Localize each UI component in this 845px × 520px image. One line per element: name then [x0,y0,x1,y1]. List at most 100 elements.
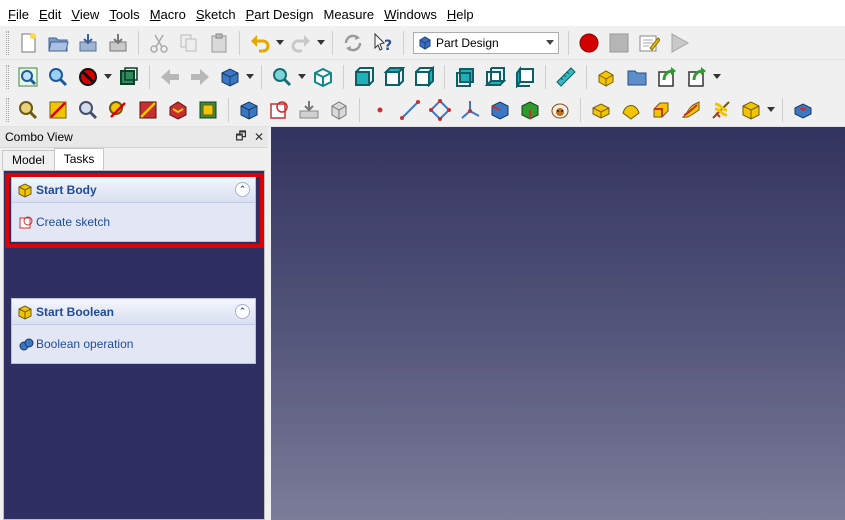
additive-helix-button[interactable] [708,97,734,123]
create-body-button[interactable] [15,97,41,123]
datum-body-button[interactable] [236,97,262,123]
redo-dropdown[interactable] [316,30,325,56]
validate-sketch-button[interactable] [195,97,221,123]
zoom-button[interactable] [269,64,295,90]
macros-button[interactable] [636,30,662,56]
clone-icon [139,101,157,118]
fit-all-button[interactable] [15,64,41,90]
svg-text:?: ? [384,38,392,54]
view-bottom-button[interactable] [482,64,508,90]
view-right-button[interactable] [411,64,437,90]
fit-selection-button[interactable] [45,64,71,90]
record-macro-button[interactable] [576,30,602,56]
toolbar-grip[interactable] [6,64,9,89]
view-isometric-button[interactable] [310,64,336,90]
pocket-button[interactable] [790,97,816,123]
new-sketch-button[interactable] [266,97,292,123]
redo-button[interactable] [288,30,314,56]
additive-primitive-button[interactable] [738,97,764,123]
menu-part-design[interactable]: Part Design [241,0,319,28]
task-body-start-boolean: Boolean operation [12,325,255,363]
copy-button[interactable] [176,30,202,56]
float-panel-button[interactable]: 🗗 [232,127,250,148]
create-subshapebinder-button[interactable] [105,97,131,123]
view-left-button[interactable] [512,64,538,90]
sub-shape-binder-button[interactable] [517,97,543,123]
bounding-box-button[interactable] [116,64,142,90]
toolbar-grip[interactable] [6,97,9,122]
move-to-body-button[interactable] [45,97,71,123]
shape-binder-button[interactable] [487,97,513,123]
new-document-button[interactable] [15,30,41,56]
draw-style-button[interactable] [75,64,101,90]
link-actions-dropdown[interactable] [712,64,721,90]
close-panel-button[interactable]: ✕ [250,130,268,144]
sketch-view-button[interactable] [326,97,352,123]
back-button[interactable] [157,64,183,90]
menu-help[interactable]: Help [442,0,479,28]
local-coordinate-system-button[interactable] [457,97,483,123]
additive-pipe-button[interactable] [678,97,704,123]
paste-button[interactable] [206,30,232,56]
revolution-button[interactable] [618,97,644,123]
menu-measure[interactable]: Measure [319,0,380,28]
view-front-button[interactable] [351,64,377,90]
zoom-dropdown[interactable] [297,64,306,90]
open-button[interactable] [45,30,71,56]
menu-windows[interactable]: Windows [379,0,442,28]
view-rear-button[interactable] [452,64,478,90]
datum-line-button[interactable] [397,97,423,123]
menu-macro[interactable]: Macro [145,0,191,28]
task-header-start-boolean[interactable]: Start Boolean ⌃ [12,299,255,325]
toolbar-separator [332,30,333,55]
create-group-button[interactable] [624,64,650,90]
execute-macro-button[interactable] [666,30,692,56]
clone-button[interactable] [547,97,573,123]
undo-dropdown[interactable] [275,30,284,56]
sheep-clone-icon [551,103,569,118]
3d-view[interactable] [271,127,845,520]
redo-icon [291,34,310,52]
tab-model[interactable]: Model [2,150,55,170]
revolution-icon [622,104,640,120]
create-link-button[interactable] [654,64,680,90]
stop-macro-button[interactable] [606,30,632,56]
save-as-button[interactable] [105,30,131,56]
link-actions-button[interactable] [684,64,710,90]
menu-file[interactable]: File [3,0,34,28]
map-sketch-button[interactable] [296,97,322,123]
workbench-selector[interactable]: Part Design [413,31,559,54]
forward-button[interactable] [187,64,213,90]
create-part-button[interactable] [594,64,620,90]
refresh-button[interactable] [340,30,366,56]
toolbar-separator [403,30,404,55]
measure-distance-button[interactable] [553,64,579,90]
menu-tools[interactable]: Tools [104,0,144,28]
create-clone-button[interactable] [135,97,161,123]
toolbar-separator [359,97,360,122]
std-views-dropdown[interactable] [245,64,254,90]
menu-view[interactable]: View [66,0,104,28]
undo-icon [251,34,270,52]
whats-this-button[interactable]: ? [370,30,396,56]
menu-edit[interactable]: Edit [34,0,66,28]
std-views-button[interactable] [217,64,243,90]
additive-loft-button[interactable] [648,97,674,123]
view-top-button[interactable] [381,64,407,90]
workbench-label: Part Design [436,35,499,50]
pad-button[interactable] [588,97,614,123]
toolbar-grip[interactable] [6,30,9,55]
datum-plane-button[interactable] [427,97,453,123]
save-button[interactable] [75,30,101,56]
create-datum-button[interactable] [165,97,191,123]
draw-style-dropdown[interactable] [103,64,112,90]
create-shapebinder-button[interactable] [75,97,101,123]
collapse-icon[interactable]: ⌃ [235,304,250,319]
undo-button[interactable] [247,30,273,56]
boolean-operation-link[interactable]: Boolean operation [36,337,133,351]
tab-tasks[interactable]: Tasks [53,148,105,170]
datum-point-button[interactable] [367,97,393,123]
additive-primitive-dropdown[interactable] [766,97,775,123]
cut-button[interactable] [146,30,172,56]
menu-sketch[interactable]: Sketch [191,0,241,28]
